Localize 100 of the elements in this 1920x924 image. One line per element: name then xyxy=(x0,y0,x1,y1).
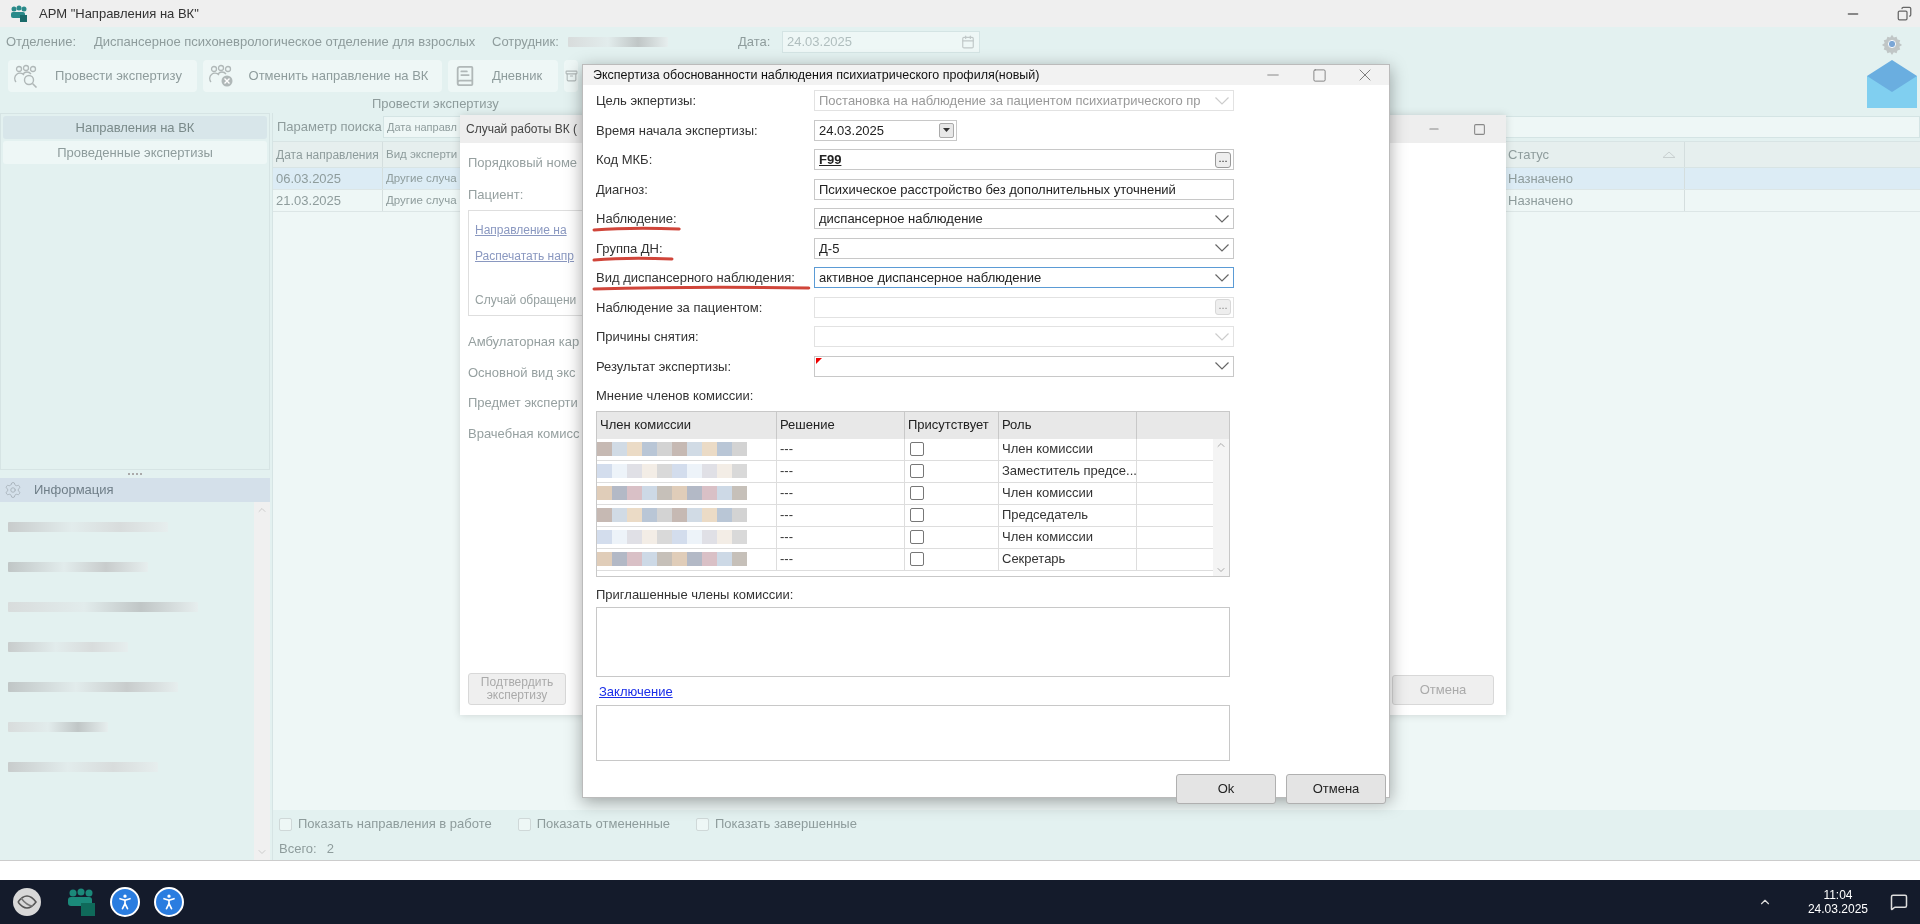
table-cell: --- xyxy=(777,548,905,570)
field-label: Код МКБ: xyxy=(596,152,653,167)
field-label: Основной вид экс xyxy=(468,363,576,382)
chevron-down-icon xyxy=(1215,332,1229,341)
confirm-button[interactable]: Подтвердить экспертизу xyxy=(468,673,566,705)
browse-button[interactable]: ... xyxy=(1215,151,1231,168)
search-label: Параметр поиска xyxy=(277,118,383,137)
group-caption: Провести экспертизу xyxy=(372,95,499,114)
app-taskbar-icon[interactable] xyxy=(66,887,96,917)
total-label: Всего: xyxy=(279,840,317,859)
window-title: АРМ "Направления на ВК" xyxy=(39,4,199,23)
table-cell: Председатель xyxy=(999,504,1137,526)
checkbox-label: Показать направления в работе xyxy=(298,815,492,834)
table-cell: Член комиссии xyxy=(999,526,1137,548)
sort-icon xyxy=(1662,151,1676,158)
table-cell: Секретарь xyxy=(999,548,1137,570)
panel-tab[interactable]: Проведенные экспертизы xyxy=(3,141,267,164)
lookup-field[interactable]: F99 ... xyxy=(814,149,1234,171)
field-label: Причины снятия: xyxy=(596,329,699,344)
table-cell: --- xyxy=(777,482,905,504)
settings-icon[interactable] xyxy=(4,481,22,499)
table-cell: Заместитель предсе... xyxy=(999,460,1137,482)
cancel-button[interactable]: Отмена xyxy=(1392,675,1494,705)
diagnosis-field[interactable]: Психическое расстройство без дополнительных уточнений xyxy=(814,178,1234,200)
field-label: Наблюдение за пациентом: xyxy=(596,299,763,315)
checkbox[interactable] xyxy=(910,508,924,522)
clock-date: 24.03.2025 xyxy=(1807,902,1868,916)
column-header[interactable]: Член комиссии xyxy=(597,411,777,439)
field-label: Врачебная комисс xyxy=(468,424,580,443)
toolbar-button[interactable]: Отменить направление на ВК xyxy=(203,60,442,92)
total-value: 2 xyxy=(326,840,334,859)
field-label: Пациент: xyxy=(468,185,524,204)
table-cell: --- xyxy=(777,460,905,482)
clock-time: 11:04 xyxy=(1823,888,1853,902)
checkbox[interactable] xyxy=(910,464,924,478)
table-cell: --- xyxy=(777,526,905,548)
table-cell: 21.03.2025 xyxy=(273,190,383,211)
field-label: Наблюдение: xyxy=(596,211,677,226)
action-link[interactable]: Распечатать напр xyxy=(475,247,575,265)
chevron-down-icon xyxy=(1215,273,1229,282)
dialog-title: Экспертиза обоснованности наблюдения психиатрического профиля(новый) xyxy=(593,66,1040,84)
ok-button[interactable]: Ok xyxy=(1176,773,1276,804)
checkbox-label: Показать отмененные xyxy=(536,815,670,834)
dropdown-field[interactable]: диспансерное наблюдение xyxy=(814,208,1234,230)
checkbox[interactable] xyxy=(910,486,924,500)
panel-title: Информация xyxy=(34,481,114,500)
maximize-icon[interactable] xyxy=(1312,67,1327,83)
department-value: Диспансерное психоневрологическое отделение для взрослых xyxy=(94,33,477,52)
table-cell: Член комиссии xyxy=(999,482,1137,504)
checkbox[interactable] xyxy=(910,442,924,456)
chevron-down-icon xyxy=(1215,214,1229,223)
column-header[interactable]: Присутствует xyxy=(905,411,999,439)
field-label: Амбулаторная кар xyxy=(468,333,580,351)
scrollbar[interactable] xyxy=(1213,438,1229,576)
accessibility-icon[interactable] xyxy=(154,887,184,917)
department-label: Отделение: xyxy=(6,33,78,52)
chevron-down-icon xyxy=(1215,362,1229,371)
people-search-icon xyxy=(14,64,40,88)
column-header[interactable]: Роль xyxy=(999,411,1137,439)
settings-icon[interactable] xyxy=(1881,33,1903,55)
toolbar-button[interactable] xyxy=(564,60,578,92)
dropdown-field[interactable]: активное диспансерное наблюдение xyxy=(814,267,1234,289)
table-cell: Член комиссии xyxy=(999,438,1137,460)
table-cell-text: Другие случа xyxy=(385,170,458,186)
table-cell: 06.03.2025 xyxy=(273,168,383,189)
mail-icon[interactable] xyxy=(1867,60,1917,108)
employee-label: Сотрудник: xyxy=(492,33,560,52)
checkbox[interactable] xyxy=(910,530,924,544)
column-header[interactable]: Решение xyxy=(777,411,905,439)
column-header[interactable]: Вид эксперти xyxy=(383,142,459,167)
restore-icon[interactable] xyxy=(1897,6,1912,21)
dropdown-field[interactable]: Д-5 xyxy=(814,237,1234,259)
toolbar-button[interactable]: Провести экспертизу xyxy=(8,60,197,92)
panel-tab[interactable]: Направления на ВК xyxy=(3,116,267,139)
cancel-button[interactable]: Отмена xyxy=(1286,773,1386,804)
toolbar-button[interactable]: Дневник xyxy=(448,60,558,92)
field-label: Предмет эксперти xyxy=(468,394,578,412)
app-logo-icon xyxy=(10,5,27,22)
field-label: Диагноз: xyxy=(596,181,648,197)
field-label: Случай обращени xyxy=(475,292,577,309)
field-label: Группа ДН: xyxy=(596,240,663,256)
notifications-icon[interactable] xyxy=(1890,893,1908,911)
dropdown-field[interactable] xyxy=(814,355,1234,377)
conclusion-link[interactable]: Заключение xyxy=(596,682,673,702)
conclusion-field[interactable] xyxy=(596,704,1230,761)
table-cell: --- xyxy=(777,504,905,526)
field-label: Порядковый номе xyxy=(468,154,578,172)
date-label: Дата: xyxy=(738,33,772,52)
start-icon[interactable] xyxy=(12,887,42,917)
column-header[interactable]: Дата направления xyxy=(273,142,383,167)
invited-members-field[interactable] xyxy=(596,607,1230,677)
checkbox-label: Показать завершенные xyxy=(715,815,857,834)
field-label: Цель экпертизы: xyxy=(596,93,697,108)
section-label: Приглашенные члены комиссии: xyxy=(596,585,795,604)
accessibility-icon[interactable] xyxy=(110,887,140,917)
checkbox[interactable] xyxy=(910,552,924,566)
date-field[interactable]: 24.03.2025 xyxy=(782,31,980,53)
scrollbar[interactable] xyxy=(254,502,270,860)
action-link[interactable]: Направление на xyxy=(475,221,567,239)
table-cell: --- xyxy=(777,438,905,460)
